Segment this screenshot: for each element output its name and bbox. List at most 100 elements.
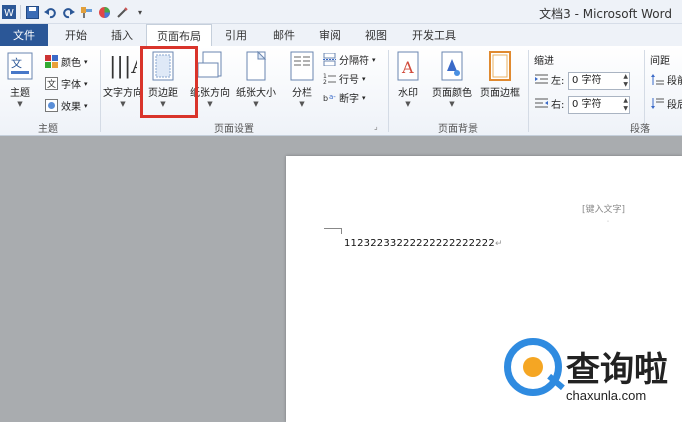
svg-text:文: 文 — [47, 78, 56, 90]
columns-icon — [288, 50, 316, 82]
hyphenation-label: 断字 — [339, 94, 359, 105]
tab-home[interactable]: 开始 — [56, 24, 96, 46]
tab-file[interactable]: 文件 — [0, 24, 48, 46]
save-icon[interactable] — [25, 5, 39, 19]
columns-button[interactable]: 分栏 ▼ — [288, 50, 316, 108]
quick-access-toolbar: W ▾ — [2, 2, 147, 22]
spacing-after-label: 段后 — [667, 100, 682, 111]
size-button[interactable]: 纸张大小 ▼ — [236, 50, 276, 108]
themes-group-label: 主题 — [38, 124, 58, 135]
chevron-down-icon: ▾ — [362, 93, 366, 102]
tab-developer[interactable]: 开发工具 — [404, 24, 464, 46]
draw-icon[interactable] — [115, 5, 129, 19]
theme-colors-button[interactable]: 颜色 ▾ — [44, 54, 88, 69]
svg-text:a-: a- — [329, 93, 336, 101]
paper-size-icon — [242, 50, 270, 82]
watermark-brand: 查询啦 — [566, 350, 668, 390]
indent-heading: 缩进 — [534, 56, 554, 67]
theme-fonts-button[interactable]: 文 字体 ▾ — [44, 76, 88, 91]
page-color-icon — [438, 50, 466, 82]
spacing-before-label-wrap: 段前 — [650, 72, 682, 87]
indent-left-label: 左: — [551, 76, 565, 87]
effects-icon — [44, 99, 58, 113]
breaks-button[interactable]: 分隔符 ▾ — [322, 52, 376, 67]
tab-page-layout[interactable]: 页面布局 — [146, 24, 212, 47]
ribbon: 文 主题 ▼ 颜色 ▾ 文 字体 ▾ 效果 ▾ 主题 |||A 文字方向 ▼ — [0, 46, 682, 136]
page-borders-button[interactable]: 页面边框 — [480, 50, 520, 99]
hyphenation-button[interactable]: b a- 断字 ▾ — [322, 90, 366, 105]
header-placeholder[interactable]: [键入文字] — [582, 202, 625, 215]
tab-insert[interactable]: 插入 — [102, 24, 142, 46]
svg-text:文: 文 — [11, 56, 22, 70]
group-separator — [100, 50, 101, 132]
page-color-label: 页面颜色 — [432, 88, 472, 99]
title-bar: W ▾ 文档3 - Microsoft Word — [0, 0, 682, 24]
line-numbers-label: 行号 — [339, 75, 359, 86]
svg-text:|||A: |||A — [109, 54, 137, 79]
page-setup-group-label: 页面设置 — [214, 124, 254, 135]
columns-label: 分栏 — [292, 88, 312, 99]
indent-left-label-wrap: 左: — [534, 72, 564, 87]
qat-separator — [20, 5, 21, 19]
margin-crop-mark — [324, 228, 342, 234]
tab-view[interactable]: 视图 — [356, 24, 396, 46]
theme-effects-button[interactable]: 效果 ▾ — [44, 98, 88, 113]
indent-right-label: 右: — [551, 100, 565, 111]
dialog-launcher-icon[interactable]: ⌟ — [374, 122, 378, 131]
window-title: 文档3 - Microsoft Word — [539, 7, 672, 21]
margins-highlight-box — [140, 46, 198, 118]
tab-references[interactable]: 引用 — [216, 24, 256, 46]
theme-colors-label: 颜色 — [61, 58, 81, 69]
customize-qat-icon[interactable]: ▾ — [133, 5, 147, 19]
svg-text:W: W — [4, 8, 14, 19]
themes-button[interactable]: 文 主题 ▼ — [6, 50, 34, 108]
color-wheel-icon[interactable] — [97, 5, 111, 19]
spin-arrows-icon[interactable]: ▲ ▼ — [623, 73, 628, 89]
chevron-down-icon: ▼ — [207, 100, 213, 108]
paragraph-mark-icon: ↵ — [494, 239, 503, 249]
theme-fonts-label: 字体 — [61, 80, 81, 91]
svg-text:b: b — [323, 94, 328, 103]
chevron-down-icon: ▼ — [17, 100, 23, 108]
indent-left-icon — [534, 73, 548, 87]
page-break-icon — [322, 53, 336, 67]
page-color-button[interactable]: 页面颜色 ▼ — [432, 50, 472, 108]
watermark-label: 水印 — [398, 88, 418, 99]
svg-text:A: A — [401, 58, 414, 77]
watermark-button[interactable]: A 水印 ▼ — [394, 50, 422, 108]
size-label: 纸张大小 — [236, 88, 276, 99]
header-cursor-mark: ˙ — [606, 220, 610, 229]
line-numbers-button[interactable]: 12 行号 ▾ — [322, 71, 366, 86]
logo-magnifier-icon — [504, 338, 565, 396]
indent-right-value: 0 字符 — [572, 99, 602, 110]
indent-right-input[interactable]: 0 字符 ▲ ▼ — [568, 96, 630, 114]
chevron-down-icon: ▾ — [372, 55, 376, 64]
indent-right-icon — [534, 97, 548, 111]
indent-left-input[interactable]: 0 字符 ▲ ▼ — [568, 72, 630, 90]
undo-icon[interactable] — [43, 5, 57, 19]
document-body-text[interactable]: 11232233222222222222222↵ — [344, 238, 503, 249]
chevron-down-icon: ▾ — [84, 79, 88, 88]
breaks-label: 分隔符 — [339, 56, 369, 67]
spacing-before-icon — [650, 73, 664, 87]
indent-right-label-wrap: 右: — [534, 96, 564, 111]
logo-inner-dot — [523, 357, 543, 377]
text-direction-button[interactable]: |||A 文字方向 ▼ — [103, 50, 143, 108]
page-borders-label: 页面边框 — [480, 88, 520, 99]
format-painter-icon[interactable] — [79, 5, 93, 19]
spin-arrows-icon[interactable]: ▲ ▼ — [623, 97, 628, 113]
redo-icon[interactable] — [61, 5, 75, 19]
spacing-after-icon — [650, 97, 664, 111]
group-separator — [528, 50, 529, 132]
word-logo-icon: W — [2, 5, 16, 19]
line-numbers-icon: 12 — [322, 72, 336, 86]
watermark-url: chaxunla.com — [566, 388, 647, 403]
ribbon-tabs: 文件 开始 插入 页面布局 引用 邮件 审阅 视图 开发工具 — [0, 24, 682, 47]
themes-label: 主题 — [10, 88, 30, 99]
tab-mailings[interactable]: 邮件 — [264, 24, 304, 46]
page-background-group-label: 页面背景 — [438, 124, 478, 135]
tab-review[interactable]: 审阅 — [310, 24, 350, 46]
orientation-icon — [196, 50, 224, 82]
page-borders-icon — [486, 50, 514, 82]
chevron-down-icon: ▼ — [253, 100, 259, 108]
